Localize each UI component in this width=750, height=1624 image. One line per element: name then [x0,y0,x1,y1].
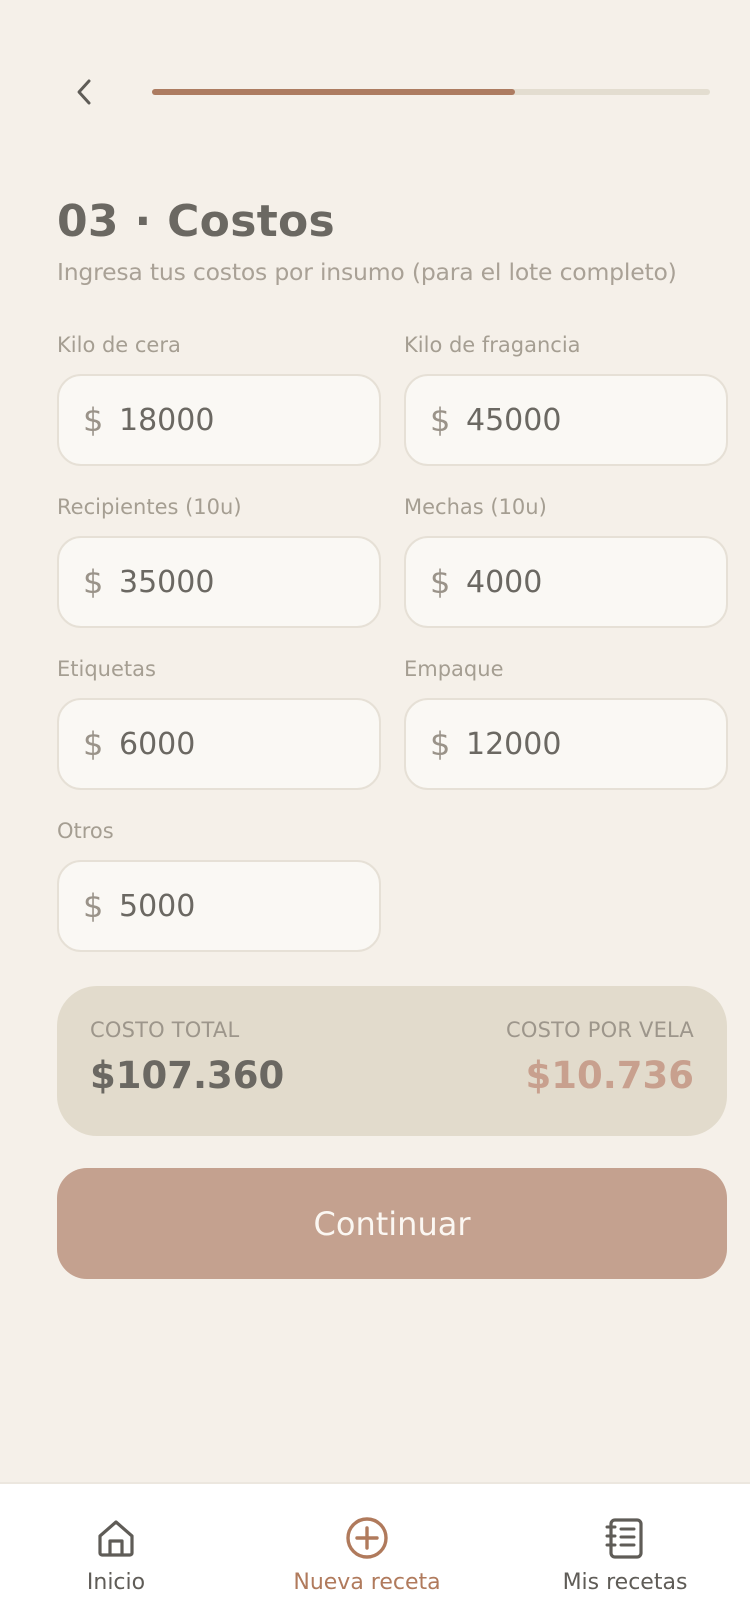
tab-inicio[interactable]: Inicio [56,1484,176,1624]
field-box[interactable]: $ [57,536,381,628]
currency-symbol: $ [430,563,451,601]
home-icon [95,1514,137,1562]
total-cost-block: COSTO TOTAL $107.360 [90,1018,284,1097]
field-box[interactable]: $ [57,374,381,466]
field-box[interactable]: $ [404,698,728,790]
back-button[interactable] [58,68,110,116]
page-subtitle: Ingresa tus costos por insumo (para el l… [57,258,677,286]
field-label: Mechas (10u) [404,495,547,519]
recipientes-input[interactable] [119,564,349,600]
field-box[interactable]: $ [57,860,381,952]
per-unit-cost-block: COSTO POR VELA $10.736 [506,1018,694,1097]
field-box[interactable]: $ [404,536,728,628]
field-kilo-cera: Kilo de cera $ [57,328,381,466]
per-unit-cost-label: COSTO POR VELA [506,1018,694,1042]
per-unit-cost-value: $10.736 [525,1054,694,1097]
kilo-cera-input[interactable] [119,402,349,438]
field-label: Etiquetas [57,657,156,681]
field-otros: Otros $ [57,814,381,952]
tab-label: Nueva receta [293,1570,441,1595]
currency-symbol: $ [83,887,104,925]
empaque-input[interactable] [466,726,696,762]
field-label: Empaque [404,657,504,681]
field-box[interactable]: $ [57,698,381,790]
kilo-fragancia-input[interactable] [466,402,696,438]
field-label: Kilo de fragancia [404,333,581,357]
field-mechas: Mechas (10u) $ [404,490,728,628]
total-cost-label: COSTO TOTAL [90,1018,240,1042]
plus-circle-icon [345,1514,389,1562]
field-empaque: Empaque $ [404,652,728,790]
field-label: Otros [57,819,114,843]
field-etiquetas: Etiquetas $ [57,652,381,790]
tab-mis-recetas[interactable]: Mis recetas [560,1484,690,1624]
currency-symbol: $ [430,725,451,763]
field-label: Kilo de cera [57,333,181,357]
field-kilo-fragancia: Kilo de fragancia $ [404,328,728,466]
field-box[interactable]: $ [404,374,728,466]
mechas-input[interactable] [466,564,696,600]
etiquetas-input[interactable] [119,726,349,762]
progress-bar [152,89,710,95]
bottom-tab-bar: Inicio Nueva receta Mis recetas [0,1482,750,1624]
currency-symbol: $ [83,401,104,439]
page-title: 03 · Costos [57,196,336,247]
currency-symbol: $ [83,725,104,763]
tab-nueva-receta[interactable]: Nueva receta [287,1484,447,1624]
progress-bar-fill [152,89,515,95]
notebook-icon [604,1514,646,1562]
field-recipientes: Recipientes (10u) $ [57,490,381,628]
currency-symbol: $ [430,401,451,439]
continue-button[interactable]: Continuar [57,1168,727,1279]
cost-summary-card: COSTO TOTAL $107.360 COSTO POR VELA $10.… [57,986,727,1136]
chevron-left-icon [77,79,91,105]
tab-label: Mis recetas [562,1570,688,1595]
currency-symbol: $ [83,563,104,601]
total-cost-value: $107.360 [90,1054,285,1097]
field-label: Recipientes (10u) [57,495,242,519]
tab-label: Inicio [86,1570,146,1595]
otros-input[interactable] [119,888,349,924]
